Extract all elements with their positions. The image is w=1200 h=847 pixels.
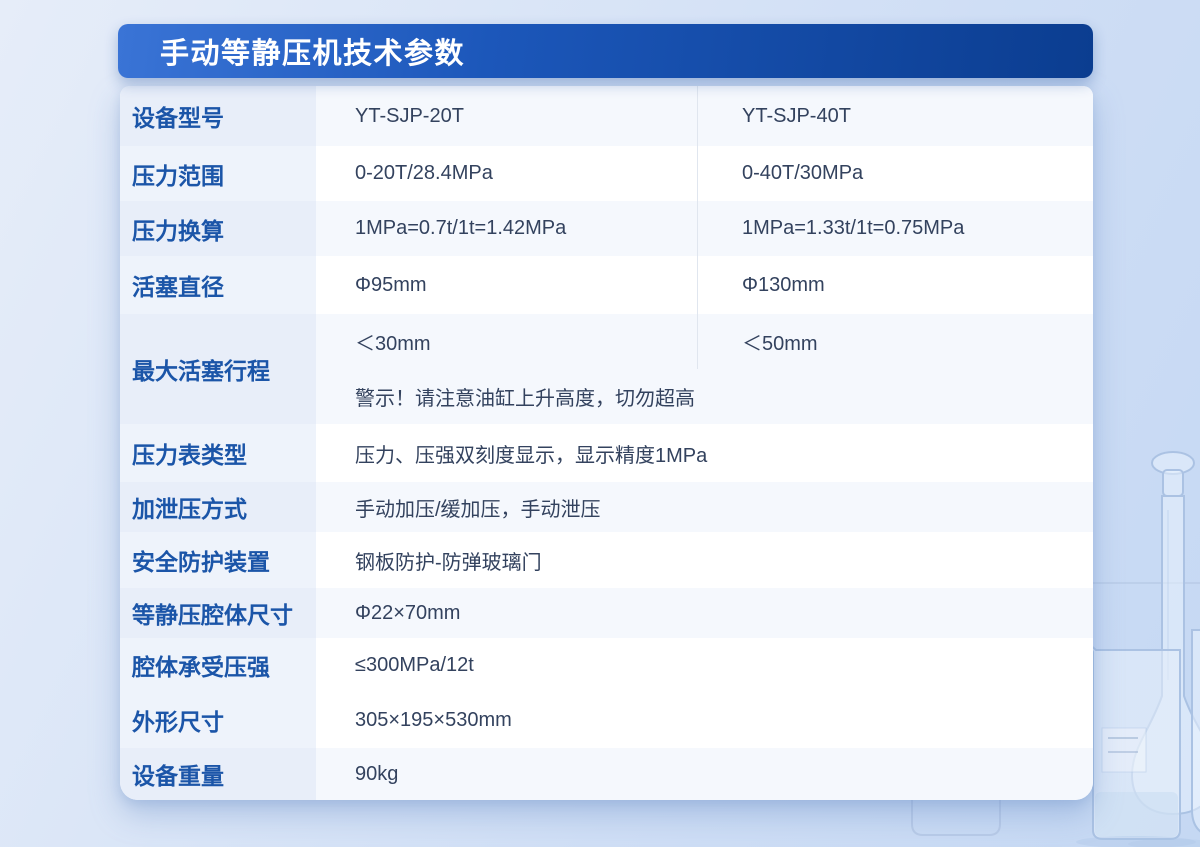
row-value: 压力、压强双刻度显示，显示精度1MPa: [355, 444, 708, 467]
table-row: 设备型号 YT-SJP-20T YT-SJP-40T: [120, 86, 1093, 146]
row-values: YT-SJP-20T YT-SJP-40T: [316, 86, 1093, 146]
value-line: 0-20T/28.4MPa 0-40T/30MPa: [316, 146, 1093, 201]
row-value: 手动加压/缓加压，手动泄压: [355, 498, 601, 521]
row-value: ≤300MPa/12t: [355, 653, 474, 676]
value-line: 1MPa=0.7t/1t=1.42MPa 1MPa=1.33t/1t=0.75MP…: [316, 201, 1093, 256]
flask-icon: [1191, 629, 1200, 833]
table-row: 外形尺寸 305×195×530mm: [120, 692, 1093, 748]
table-row: 等静压腔体尺寸 Φ22×70mm: [120, 588, 1093, 638]
row-label: 设备重量: [120, 748, 316, 800]
table-row: 最大活塞行程 ＜30mm ＜50mm 警示！请注意油缸上升高度，切勿超高: [120, 314, 1093, 424]
row-label: 压力换算: [120, 201, 316, 256]
row-value: 0-20T/28.4MPa: [355, 162, 493, 184]
row-value: YT-SJP-40T: [697, 86, 1093, 146]
row-values: 305×195×530mm: [316, 692, 1093, 748]
page: { "page": { "title": "手动等静压机技术参数" }, "co…: [0, 0, 1200, 847]
row-label: 腔体承受压强: [120, 638, 316, 692]
row-values: Φ95mm Φ130mm: [316, 256, 1093, 314]
beaker-icon: [1088, 643, 1181, 840]
row-label: 压力表类型: [120, 424, 316, 482]
row-value: 90kg: [355, 762, 399, 785]
row-warning-note: 警示！请注意油缸上升高度，切勿超高: [355, 388, 695, 410]
row-value: ＜30mm: [355, 333, 431, 355]
page-title: 手动等静压机技术参数: [160, 38, 466, 70]
table-row: 活塞直径 Φ95mm Φ130mm: [120, 256, 1093, 314]
row-value: ＜50mm: [697, 314, 1093, 369]
header-bar: 手动等静压机技术参数: [118, 24, 1093, 78]
table-row: 加泄压方式 手动加压/缓加压，手动泄压: [120, 482, 1093, 532]
row-label: 压力范围: [120, 146, 316, 201]
spec-table: 设备型号 YT-SJP-20T YT-SJP-40T 压力范围 0-20T/28.4MP…: [120, 86, 1093, 800]
value-line: ＜30mm ＜50mm: [316, 314, 1093, 369]
row-values: 1MPa=0.7t/1t=1.42MPa 1MPa=1.33t/1t=0.75MP…: [316, 201, 1093, 256]
value-line: YT-SJP-20T YT-SJP-40T: [316, 86, 1093, 146]
table-row: 压力表类型 压力、压强双刻度显示，显示精度1MPa: [120, 424, 1093, 482]
row-value: 钢板防护-防弹玻璃门: [355, 551, 542, 574]
row-value: 1MPa=0.7t/1t=1.42MPa: [355, 217, 567, 239]
row-value: 305×195×530mm: [355, 708, 512, 731]
value-line: Φ95mm Φ130mm: [316, 256, 1093, 314]
row-value: YT-SJP-20T: [355, 104, 464, 127]
row-values: 手动加压/缓加压，手动泄压: [316, 482, 1093, 532]
row-label: 外形尺寸: [120, 692, 316, 748]
table-row: 设备重量 90kg: [120, 748, 1093, 800]
row-value: 0-40T/30MPa: [697, 146, 1093, 201]
row-values: Φ22×70mm: [316, 588, 1093, 638]
row-label: 设备型号: [120, 86, 316, 146]
row-values: 压力、压强双刻度显示，显示精度1MPa: [316, 424, 1093, 482]
table-row: 压力换算 1MPa=0.7t/1t=1.42MPa 1MPa=1.33t/1t=0.…: [120, 201, 1093, 256]
row-label: 加泄压方式: [120, 482, 316, 532]
row-label: 等静压腔体尺寸: [120, 588, 316, 638]
row-values: 0-20T/28.4MPa 0-40T/30MPa: [316, 146, 1093, 201]
row-value: Φ95mm: [355, 273, 427, 296]
table-row: 安全防护装置 钢板防护-防弹玻璃门: [120, 532, 1093, 588]
row-values: 90kg: [316, 748, 1093, 800]
row-label: 安全防护装置: [120, 532, 316, 588]
table-row: 腔体承受压强 ≤300MPa/12t: [120, 638, 1093, 692]
row-values: ≤300MPa/12t: [316, 638, 1093, 692]
table-row: 压力范围 0-20T/28.4MPa 0-40T/30MPa: [120, 146, 1093, 201]
row-values: ＜30mm ＜50mm 警示！请注意油缸上升高度，切勿超高: [316, 314, 1093, 424]
row-label: 活塞直径: [120, 256, 316, 314]
row-values: 钢板防护-防弹玻璃门: [316, 532, 1093, 588]
row-label: 最大活塞行程: [120, 314, 316, 424]
row-value: Φ130mm: [697, 256, 1093, 314]
row-value: 1MPa=1.33t/1t=0.75MPa: [697, 201, 1093, 256]
row-value: Φ22×70mm: [355, 601, 461, 624]
